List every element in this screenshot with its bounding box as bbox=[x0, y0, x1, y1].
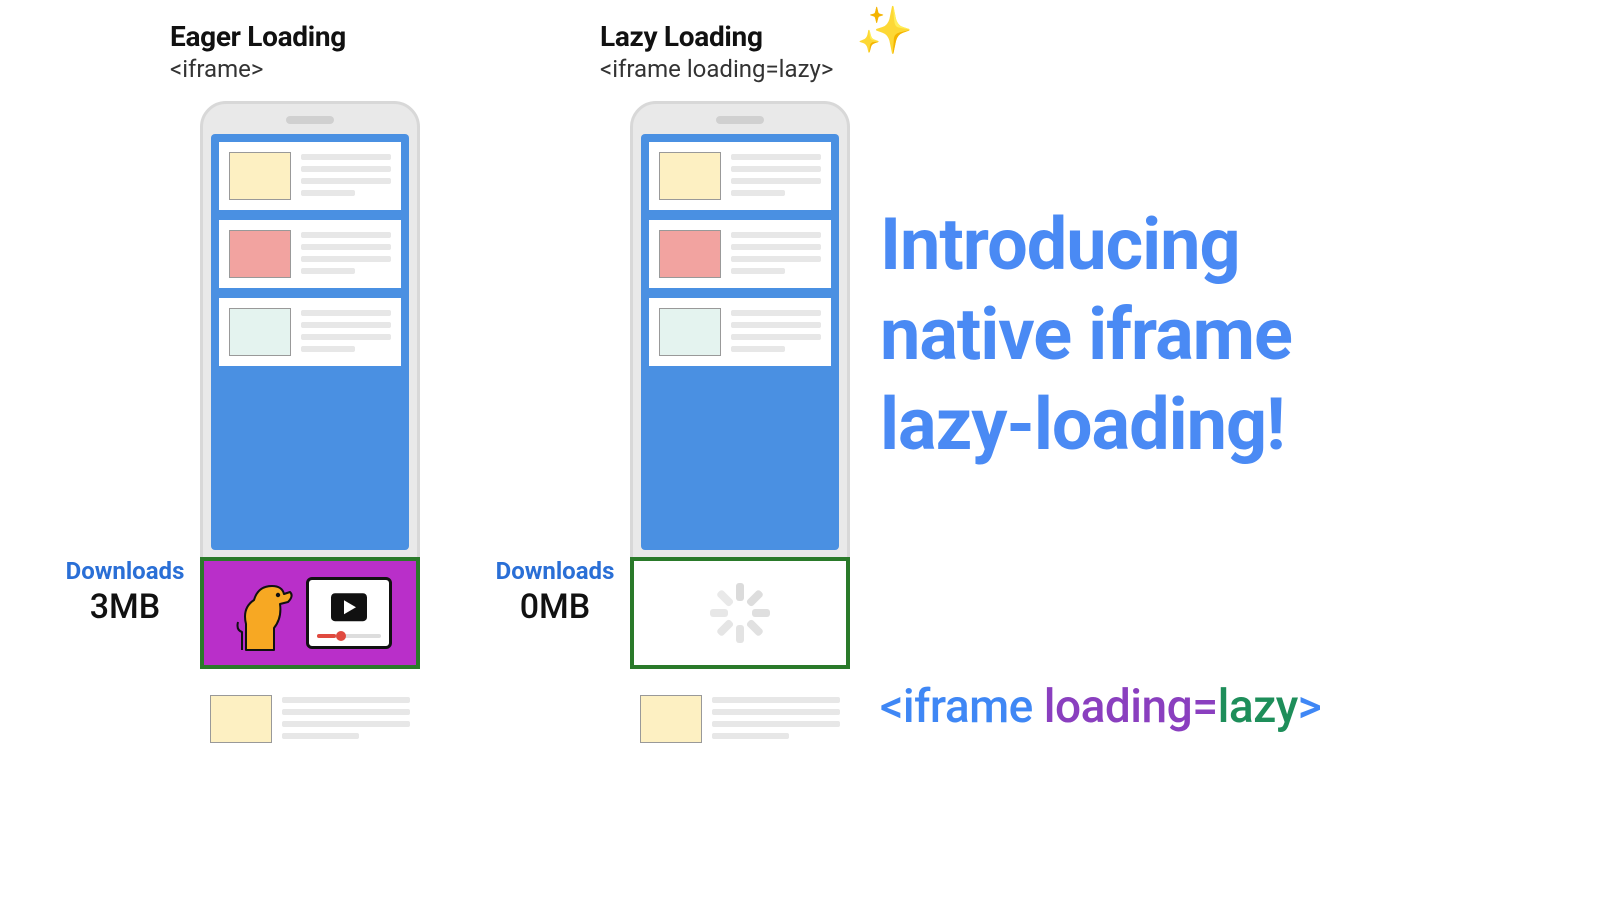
iframe-row-eager: Downloads 3MB bbox=[200, 557, 420, 669]
thumbnail-icon bbox=[210, 695, 272, 743]
download-label: Downloads bbox=[52, 557, 198, 585]
video-player-icon bbox=[306, 577, 392, 649]
thumbnail-icon bbox=[659, 152, 721, 200]
feed-item bbox=[219, 298, 401, 366]
iframe-placeholder bbox=[630, 557, 850, 669]
column-lazy: Lazy Loading <iframe loading=lazy> ✨ bbox=[460, 20, 850, 753]
text-lines-icon bbox=[712, 695, 840, 743]
feed-item bbox=[200, 685, 420, 753]
feed-item bbox=[630, 685, 850, 753]
download-badge: Downloads 3MB bbox=[52, 557, 198, 627]
feed-item bbox=[649, 142, 831, 210]
progress-bar-icon bbox=[317, 634, 381, 638]
thumbnail-icon bbox=[229, 230, 291, 278]
phone-eager: Downloads 3MB bbox=[200, 101, 420, 753]
phone-lazy: Downloads 0MB bbox=[630, 101, 850, 753]
text-lines-icon bbox=[301, 152, 391, 200]
download-size: 3MB bbox=[52, 587, 198, 627]
headline: Introducing native iframe lazy-loading! bbox=[880, 200, 1292, 470]
download-label: Downloads bbox=[482, 557, 628, 585]
thumbnail-icon bbox=[229, 152, 291, 200]
phone-speaker-icon bbox=[286, 116, 334, 124]
text-lines-icon bbox=[731, 152, 821, 200]
text-lines-icon bbox=[301, 230, 391, 278]
phone-frame bbox=[630, 101, 850, 561]
code-tag-open: <iframe bbox=[880, 680, 1033, 734]
column-header-eager: Eager Loading <iframe> bbox=[30, 20, 346, 83]
feed-item bbox=[649, 220, 831, 288]
thumbnail-icon bbox=[229, 308, 291, 356]
phone-screen bbox=[211, 134, 409, 550]
feed-item bbox=[219, 220, 401, 288]
column-subtitle: <iframe> bbox=[170, 55, 346, 83]
code-snippet: <iframe loading=lazy> bbox=[880, 680, 1321, 734]
phone-speaker-icon bbox=[716, 116, 764, 124]
iframe-row-lazy: Downloads 0MB bbox=[630, 557, 850, 669]
diagram-stage: Eager Loading <iframe> bbox=[0, 0, 1600, 919]
code-attr: loading bbox=[1044, 680, 1192, 734]
feed-item bbox=[219, 142, 401, 210]
column-subtitle: <iframe loading=lazy> bbox=[600, 55, 833, 83]
column-eager: Eager Loading <iframe> bbox=[30, 20, 420, 753]
headline-line: native iframe bbox=[880, 290, 1292, 380]
feed-item bbox=[649, 298, 831, 366]
text-lines-icon bbox=[731, 308, 821, 356]
code-tag-close: > bbox=[1298, 680, 1321, 734]
text-lines-icon bbox=[731, 230, 821, 278]
iframe-loaded bbox=[200, 557, 420, 669]
thumbnail-icon bbox=[659, 308, 721, 356]
phone-screen bbox=[641, 134, 839, 550]
text-lines-icon bbox=[282, 695, 410, 743]
sparkles-icon: ✨ bbox=[856, 8, 913, 54]
column-title: Lazy Loading bbox=[600, 20, 833, 53]
thumbnail-icon bbox=[659, 230, 721, 278]
thumbnail-icon bbox=[640, 695, 702, 743]
download-badge: Downloads 0MB bbox=[482, 557, 628, 627]
comparison-columns: Eager Loading <iframe> bbox=[30, 20, 850, 753]
download-size: 0MB bbox=[482, 587, 628, 627]
loading-spinner-icon bbox=[710, 583, 770, 643]
code-eq: = bbox=[1192, 680, 1217, 734]
headline-line: lazy-loading! bbox=[880, 380, 1292, 470]
headline-line: Introducing bbox=[880, 200, 1292, 290]
text-lines-icon bbox=[301, 308, 391, 356]
dog-icon bbox=[228, 572, 296, 654]
column-header-lazy: Lazy Loading <iframe loading=lazy> ✨ bbox=[460, 20, 833, 83]
phone-frame bbox=[200, 101, 420, 561]
play-icon bbox=[331, 594, 367, 622]
code-value: lazy bbox=[1218, 680, 1298, 734]
column-title: Eager Loading bbox=[170, 20, 346, 53]
